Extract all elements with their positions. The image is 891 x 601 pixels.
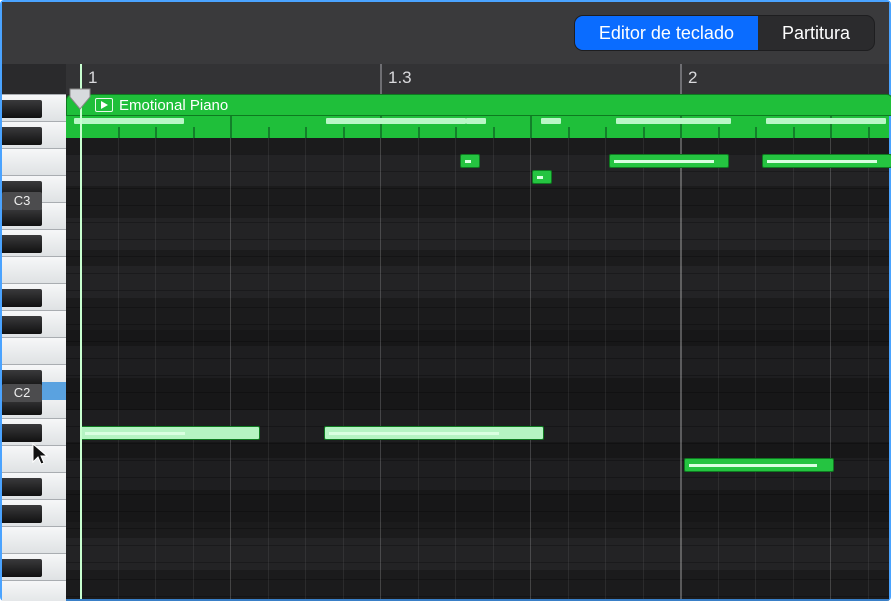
tab-keyboard-editor[interactable]: Editor de teclado (575, 16, 758, 50)
midi-note[interactable] (762, 154, 891, 168)
region-play-icon (95, 98, 113, 112)
selected-pitch-highlight (42, 382, 66, 400)
midi-note[interactable] (684, 458, 834, 472)
timeline-ruler[interactable]: 11.32 (66, 64, 889, 94)
black-key[interactable] (2, 559, 42, 577)
region-header-row: Emotional Piano (66, 94, 889, 116)
black-key[interactable] (2, 100, 42, 118)
midi-note[interactable] (532, 170, 552, 184)
editor-toolbar: Editor de teclado Partitura (2, 2, 889, 64)
region-overview-strip[interactable] (66, 116, 889, 138)
black-key[interactable] (2, 478, 42, 496)
midi-note[interactable] (324, 426, 544, 440)
playhead[interactable] (80, 64, 82, 599)
ruler-marker: 2 (688, 68, 697, 88)
white-key[interactable] (2, 148, 66, 175)
black-key[interactable] (2, 424, 42, 442)
tab-score[interactable]: Partitura (758, 16, 874, 50)
midi-note[interactable] (609, 154, 729, 168)
black-key[interactable] (2, 208, 42, 226)
midi-note[interactable] (460, 154, 480, 168)
note-grid[interactable] (66, 138, 889, 599)
midi-note[interactable] (80, 426, 260, 440)
view-mode-segmented: Editor de teclado Partitura (574, 15, 875, 51)
black-key[interactable] (2, 316, 42, 334)
ruler-marker: 1.3 (388, 68, 412, 88)
piano-roll-window: Editor de teclado Partitura 11.32 Emotio… (0, 0, 891, 601)
octave-label: C3 (2, 192, 42, 210)
region-name: Emotional Piano (119, 97, 228, 114)
ruler-marker: 1 (88, 68, 97, 88)
white-key[interactable] (2, 445, 66, 472)
octave-label: C2 (2, 384, 42, 402)
black-key[interactable] (2, 127, 42, 145)
piano-keyboard[interactable]: C3 C2 (2, 94, 66, 599)
white-key[interactable] (2, 337, 66, 364)
white-key[interactable] (2, 256, 66, 283)
black-key[interactable] (2, 289, 42, 307)
region-header[interactable]: Emotional Piano (66, 94, 891, 116)
black-key[interactable] (2, 505, 42, 523)
black-key[interactable] (2, 235, 42, 253)
white-key[interactable] (2, 526, 66, 553)
white-key[interactable] (2, 580, 66, 601)
